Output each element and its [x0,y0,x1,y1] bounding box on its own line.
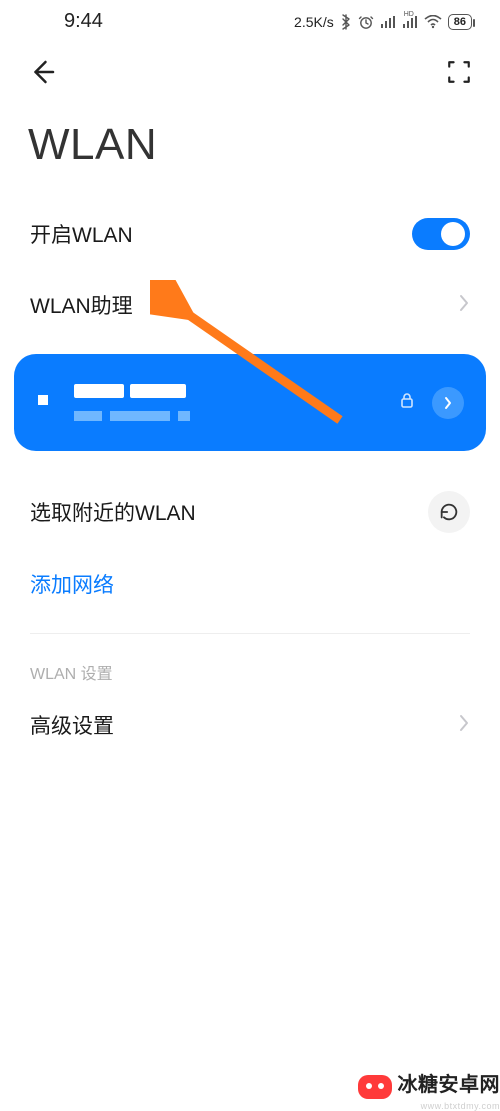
bluetooth-icon [340,14,352,30]
network-details-button[interactable] [432,387,464,419]
chevron-right-icon [443,396,453,410]
lock-icon [400,392,414,413]
scan-button[interactable] [446,59,472,90]
back-button[interactable] [28,57,58,92]
network-speed: 2.5K/s [294,14,334,30]
add-network-button[interactable]: 添加网络 [0,547,500,633]
refresh-button[interactable] [428,491,470,533]
wlan-toggle[interactable] [412,218,470,250]
wlan-assistant-label: WLAN助理 [30,290,133,320]
status-right-cluster: 2.5K/s HD 86 [294,14,472,30]
watermark: 冰糖安卓网 www.btxtdmy.com [358,1068,500,1105]
nearby-networks-header: 选取附近的WLAN [0,465,500,547]
chevron-right-icon [458,712,470,738]
alarm-icon [358,14,374,30]
wifi-connected-icon [36,391,54,414]
wifi-icon [424,15,442,29]
status-bar: 9:44 2.5K/s HD 86 [0,0,500,39]
refresh-icon [438,501,460,523]
back-icon [28,57,58,87]
battery-indicator: 86 [448,14,472,30]
watermark-text: 冰糖安卓网 [398,1074,500,1096]
network-name-block [74,384,190,421]
nearby-networks-label: 选取附近的WLAN [30,497,196,527]
row-enable-wlan[interactable]: 开启WLAN [0,198,500,270]
connected-network-card[interactable] [14,354,486,451]
chevron-right-icon [458,292,470,318]
scan-icon [446,59,472,85]
watermark-url: www.btxtdmy.com [421,1101,500,1111]
status-time: 9:44 [28,10,103,33]
row-wlan-assistant[interactable]: WLAN助理 [0,270,500,340]
signal-icon [380,15,396,29]
watermark-logo-icon [358,1075,392,1099]
page-title: WLAN [0,104,500,198]
enable-wlan-label: 开启WLAN [30,219,133,249]
header-row [0,39,500,104]
row-advanced-settings[interactable]: 高级设置 [0,690,500,760]
signal-icon-2: HD [402,15,418,29]
wlan-settings-section-label: WLAN 设置 [0,634,500,690]
advanced-settings-label: 高级设置 [30,710,114,740]
